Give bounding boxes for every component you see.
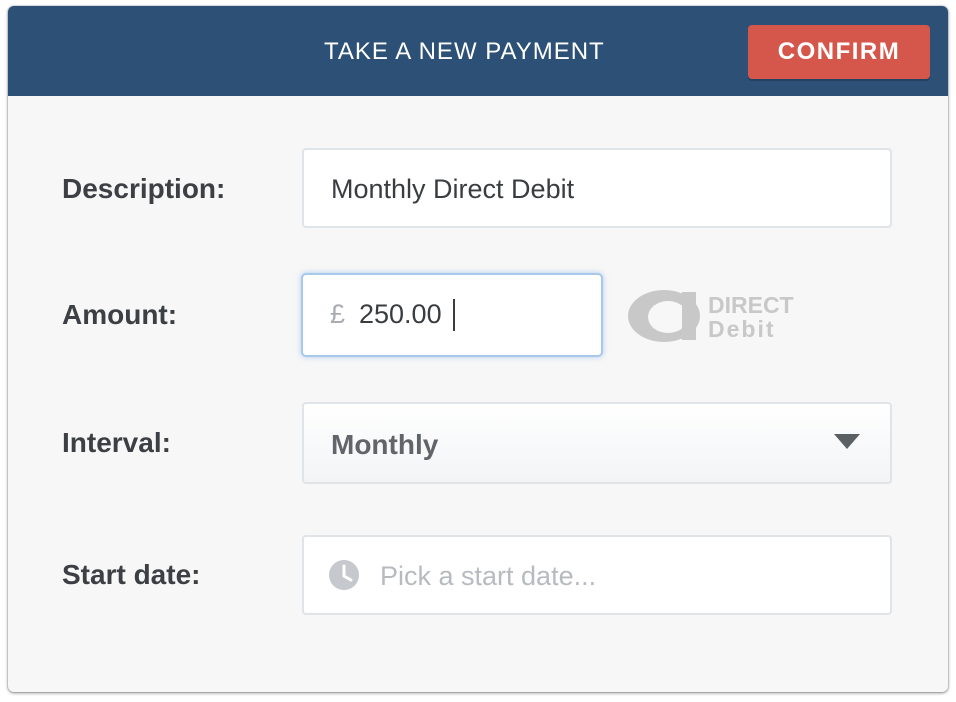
amount-field[interactable]: £ 250.00 <box>301 273 603 357</box>
interval-selected-value: Monthly <box>331 429 439 460</box>
start-date-field[interactable]: Pick a start date... <box>302 535 892 615</box>
currency-symbol: £ <box>330 299 346 329</box>
start-date-placeholder: Pick a start date... <box>380 561 597 591</box>
start-date-label: Start date: <box>62 559 201 590</box>
dialog-header: TAKE A NEW PAYMENT CONFIRM <box>8 6 948 96</box>
chevron-down-icon <box>834 434 860 449</box>
direct-debit-logo: DIRECT Debit <box>628 290 794 342</box>
description-value: Monthly Direct Debit <box>331 174 575 204</box>
logo-text-debit: Debit <box>708 316 776 342</box>
description-field[interactable]: Monthly Direct Debit <box>302 148 892 228</box>
description-label: Description: <box>62 173 226 204</box>
amount-label: Amount: <box>62 299 178 330</box>
interval-select[interactable]: Monthly <box>302 402 892 484</box>
payment-dialog: TAKE A NEW PAYMENT CONFIRM Description: … <box>8 6 948 692</box>
interval-label: Interval: <box>62 427 171 458</box>
logo-text-direct: DIRECT <box>708 292 794 318</box>
confirm-button[interactable]: CONFIRM <box>748 25 930 79</box>
text-caret <box>453 299 455 331</box>
amount-value: 250.00 <box>359 299 442 329</box>
clock-icon <box>329 560 359 590</box>
dialog-title: TAKE A NEW PAYMENT <box>324 38 605 65</box>
